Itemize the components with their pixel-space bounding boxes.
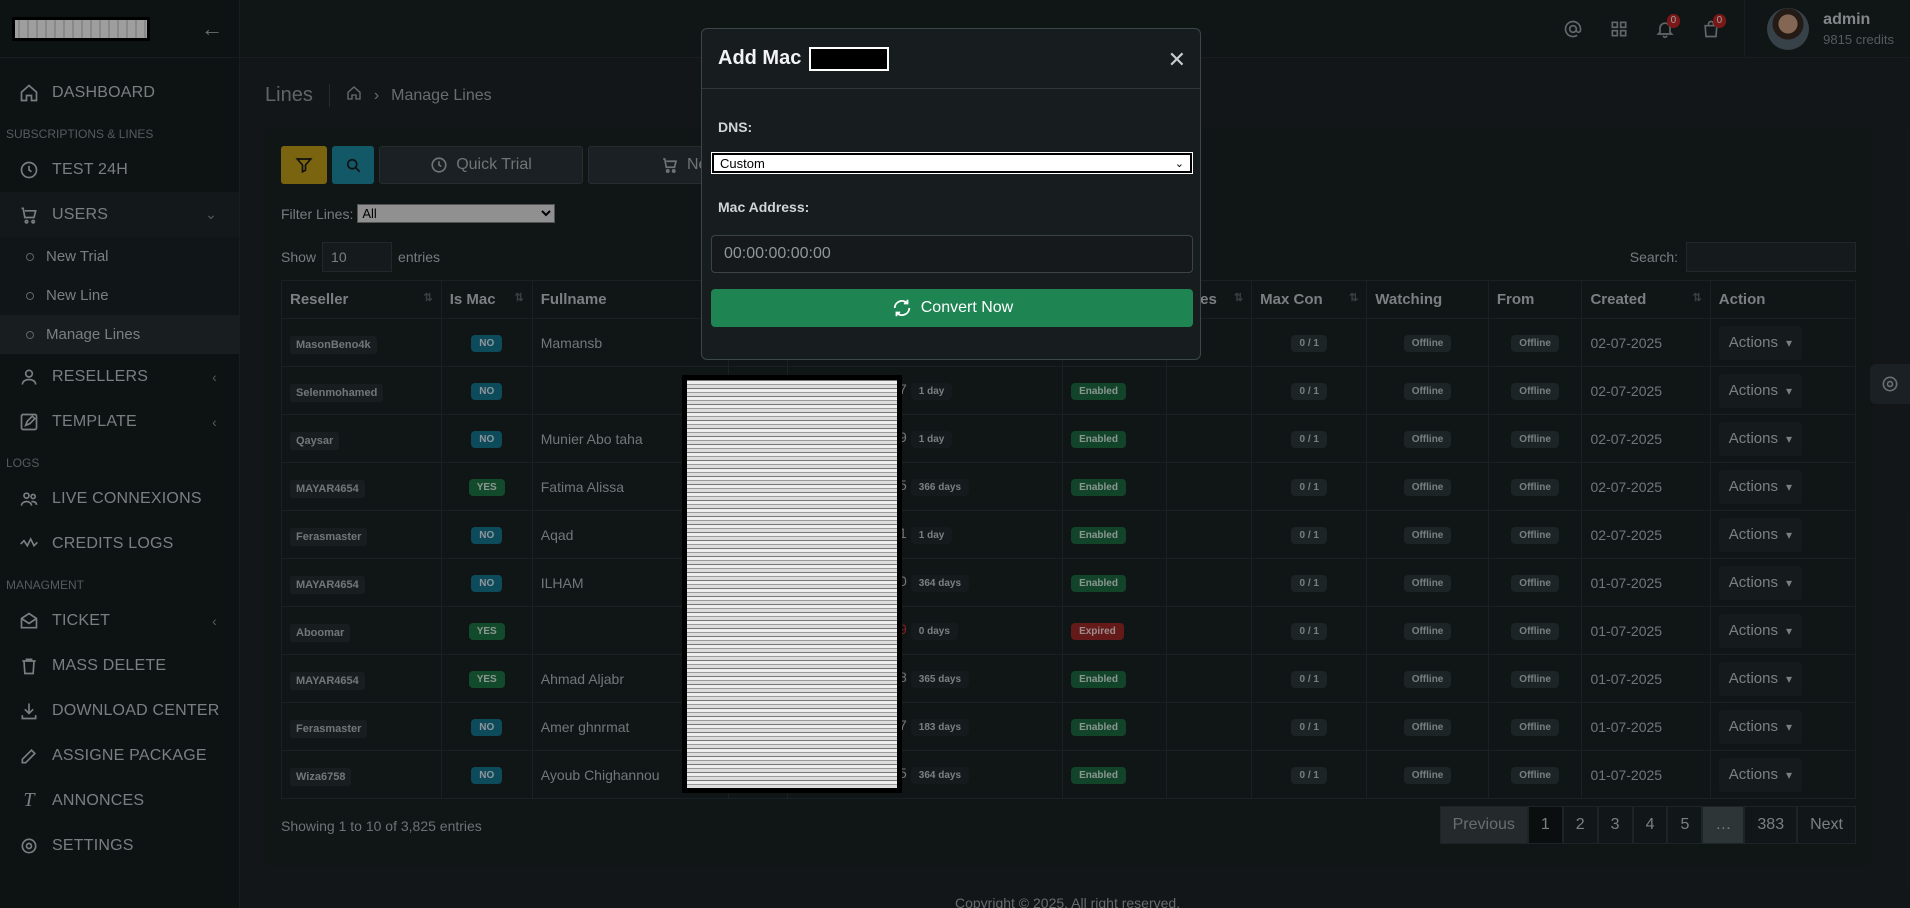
modal-header: Add Mac	[702, 29, 1200, 89]
redacted-image	[682, 375, 902, 793]
dns-selected: Custom	[720, 155, 765, 171]
convert-now-button[interactable]: Convert Now	[711, 289, 1193, 327]
mac-address-input[interactable]: 00:00:00:00:00	[711, 235, 1193, 273]
modal-title: Add Mac	[718, 47, 802, 69]
chevron-down-icon: ⌄	[1174, 157, 1184, 170]
close-icon[interactable]: ✕	[1168, 47, 1186, 73]
redacted-text	[809, 46, 890, 71]
mac-label: Mac Address:	[718, 199, 810, 215]
dns-select[interactable]: Custom ⌄	[711, 152, 1193, 174]
add-mac-modal: Add Mac ✕ DNS: Custom ⌄ Mac Address: 00:…	[701, 28, 1201, 360]
dns-label: DNS:	[718, 119, 753, 135]
refresh-icon	[893, 299, 910, 317]
convert-label: Convert Now	[920, 299, 1014, 316]
